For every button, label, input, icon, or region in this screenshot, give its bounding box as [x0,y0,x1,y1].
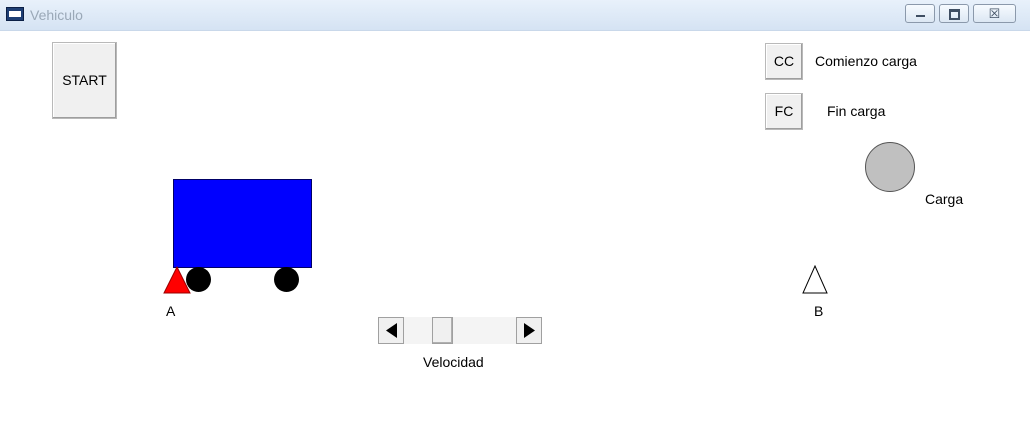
close-button[interactable]: ☒ [973,4,1016,23]
marker-a-triangle [163,266,191,294]
velocidad-label: Velocidad [423,354,484,370]
comienzo-carga-label: Comienzo carga [815,53,917,69]
scroll-thumb[interactable] [432,317,453,344]
velocidad-scrollbar[interactable] [378,317,542,344]
marker-b-triangle [802,265,828,294]
start-button[interactable]: START [52,42,117,119]
scroll-left-button[interactable] [378,317,404,344]
carga-circle [865,142,915,192]
app-icon[interactable] [6,7,24,21]
maximize-button[interactable] [939,4,969,23]
arrow-left-icon [386,323,397,338]
fin-carga-label: Fin carga [827,103,886,119]
cc-button[interactable]: CC [765,43,803,80]
fc-button[interactable]: FC [765,93,803,130]
window-title: Vehiculo [30,7,83,23]
minimize-button[interactable] [905,4,935,23]
carga-label: Carga [925,191,964,207]
close-icon: ☒ [988,6,1001,21]
marker-a-label: A [166,303,176,319]
vehicle-wheel-rear [274,267,299,292]
scroll-right-button[interactable] [516,317,542,344]
vehicle-body [173,179,312,268]
marker-b-label: B [814,303,824,319]
title-bar: Vehiculo ☒ [0,0,1030,31]
arrow-right-icon [524,323,535,338]
